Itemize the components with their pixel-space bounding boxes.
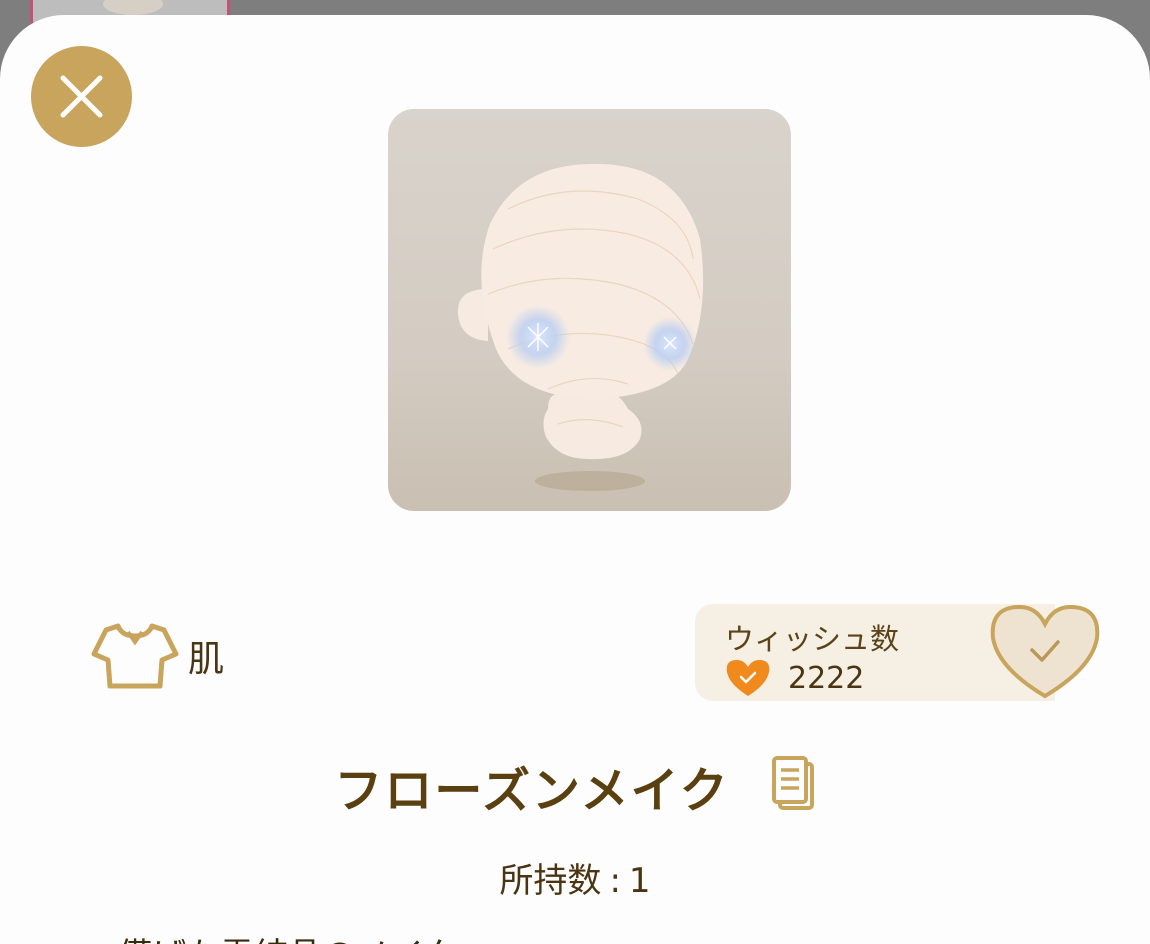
owned-label: 所持数	[499, 861, 602, 901]
category-label: 肌	[188, 639, 225, 680]
item-preview-image	[388, 109, 791, 511]
heart-check-icon	[726, 660, 770, 696]
item-category: 肌	[90, 620, 224, 692]
item-name-row: フローズンメイク	[0, 752, 1150, 820]
heart-check-outline-icon	[990, 604, 1100, 699]
wish-count-row: 2222	[725, 658, 864, 698]
item-description: 儚げな雪結晶のメイク	[118, 928, 457, 944]
owned-separator: :	[609, 861, 621, 901]
wish-count-title: ウィッシュ数	[725, 622, 900, 656]
copy-name-button[interactable]	[770, 755, 816, 817]
wish-heart-button[interactable]	[988, 602, 1102, 702]
close-icon	[60, 75, 103, 118]
owned-count: 所持数:1	[0, 853, 1150, 902]
owned-count-value: 1	[628, 861, 651, 901]
close-button[interactable]	[31, 46, 132, 147]
wish-count-value: 2222	[788, 660, 865, 696]
shirt-icon	[91, 623, 179, 689]
item-name: フローズンメイク	[334, 763, 730, 819]
copy-document-icon	[771, 756, 814, 810]
